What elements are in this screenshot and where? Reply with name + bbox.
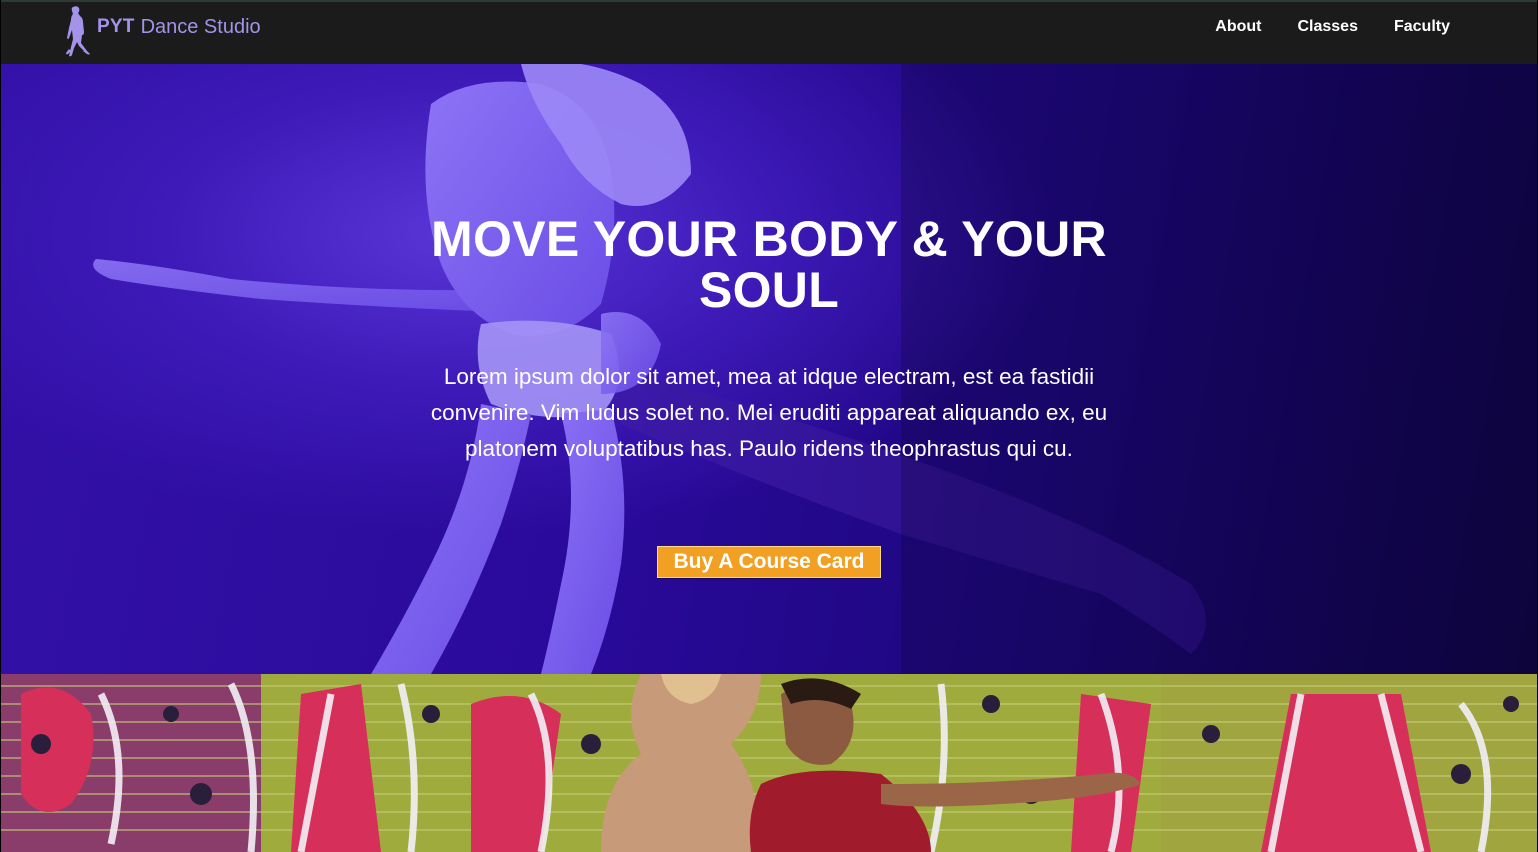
main-nav: About Classes Faculty <box>1179 18 1450 36</box>
graffiti-section <box>1 674 1537 852</box>
brand-name-bold: PYT <box>97 16 135 37</box>
nav-link-classes[interactable]: Classes <box>1297 18 1358 36</box>
graffiti-background-image <box>1 674 1537 852</box>
hero-description: Lorem ipsum dolor sit amet, mea at idque… <box>430 364 1108 461</box>
brand-name-light: Dance Studio <box>140 15 261 38</box>
nav-link-faculty[interactable]: Faculty <box>1394 18 1450 36</box>
buy-course-card-button[interactable]: Buy A Course Card <box>657 546 881 578</box>
navbar: PYT Dance Studio About Classes Faculty <box>1 0 1537 64</box>
hero-title: MOVE YOUR BODY & YOUR SOUL <box>431 211 1107 318</box>
brand-logo-link[interactable]: PYT Dance Studio <box>59 4 261 58</box>
dancer-silhouette-icon <box>66 6 90 57</box>
hero-section: MOVE YOUR BODY & YOUR SOUL Lorem ipsum d… <box>1 64 1537 674</box>
nav-link-about[interactable]: About <box>1215 18 1261 36</box>
